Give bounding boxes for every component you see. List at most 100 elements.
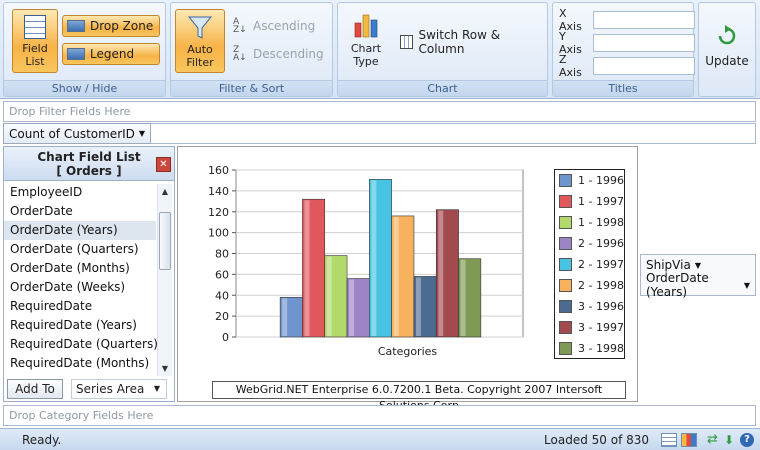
- refresh-icon: [718, 25, 736, 45]
- legend-item: 1 - 1997: [555, 191, 624, 212]
- legend-icon: [67, 48, 85, 60]
- ascending-button[interactable]: A Z↓ Ascending: [231, 15, 331, 37]
- field-list-item[interactable]: OrderDate (Weeks): [4, 278, 156, 297]
- y-tick-label: 60: [215, 268, 229, 281]
- legend-swatch: [559, 237, 572, 250]
- series-field-chip[interactable]: OrderDate (Years) ▼: [641, 271, 755, 299]
- field-list-item[interactable]: RequiredDate: [4, 297, 156, 316]
- descending-button[interactable]: Z A↓ Descending: [231, 43, 331, 65]
- update-group: Update: [698, 2, 756, 97]
- drop-zone-button[interactable]: Drop Zone: [62, 15, 160, 37]
- y-axis-title-input[interactable]: [593, 34, 695, 52]
- legend-swatch: [559, 216, 572, 229]
- chart-group-label: Chart: [338, 80, 547, 96]
- legend-label: 3 - 1996: [578, 300, 624, 313]
- field-list-item[interactable]: RequiredDate (Quarters): [4, 335, 158, 354]
- legend-item: 2 - 1997: [555, 254, 624, 275]
- legend-swatch: [559, 258, 572, 271]
- legend-swatch: [559, 300, 572, 313]
- y-tick-label: 0: [222, 331, 229, 344]
- field-list-scrollbar[interactable]: ▲ ▼: [157, 184, 172, 376]
- update-button[interactable]: Update: [701, 21, 753, 81]
- field-list-item[interactable]: RequiredDate (Months): [4, 354, 156, 373]
- legend-item: 2 - 1996: [555, 233, 624, 254]
- field-list-footer: Add To Series Area ▼: [7, 379, 171, 399]
- field-list-item[interactable]: RequiredDate (Years): [4, 316, 156, 335]
- show-hide-group: Field List Drop Zone Legend Show / Hide: [3, 2, 166, 97]
- legend-button[interactable]: Legend: [62, 43, 160, 65]
- bar-highlight: [415, 277, 421, 336]
- filter-sort-group-label: Filter & Sort: [171, 80, 332, 96]
- y-tick-label: 40: [215, 289, 229, 302]
- area-select[interactable]: Series Area ▼: [71, 379, 167, 399]
- grid-view-icon[interactable]: [661, 432, 678, 447]
- sort-ascending-icon: A Z↓: [233, 17, 247, 35]
- chart-view-icon[interactable]: [681, 432, 698, 447]
- legend-item: 2 - 1998: [555, 275, 624, 296]
- x-axis-title-row: X Axis: [559, 7, 695, 33]
- help-icon[interactable]: ?: [740, 432, 754, 447]
- switch-icon: [400, 35, 414, 49]
- bar-chart-icon: [354, 14, 378, 38]
- chart-field-list-panel: Chart Field List [ Orders ] ✕ EmployeeID…: [3, 146, 175, 402]
- field-list-item[interactable]: OrderDate: [4, 202, 156, 221]
- z-axis-title-input[interactable]: [593, 57, 695, 75]
- legend-label: 3 - 1997: [578, 321, 624, 334]
- legend-label: 2 - 1996: [578, 237, 624, 250]
- copyright-text: WebGrid.NET Enterprise 6.0.7200.1 Beta. …: [212, 381, 626, 412]
- legend-label: 1 - 1996: [578, 174, 624, 187]
- legend-swatch: [559, 279, 572, 292]
- bar-highlight: [304, 200, 310, 336]
- switch-row-column-button[interactable]: Switch Row & Column: [398, 28, 544, 56]
- y-tick-label: 20: [215, 310, 229, 323]
- legend-item: 3 - 1998: [555, 338, 624, 359]
- field-list-button[interactable]: Field List: [12, 9, 58, 73]
- bar-highlight: [460, 259, 466, 336]
- field-list-item[interactable]: EmployeeID: [4, 183, 156, 202]
- scrollbar-thumb[interactable]: [159, 212, 171, 270]
- legend-item: 1 - 1998: [555, 212, 624, 233]
- filter-drop-zone[interactable]: Drop Filter Fields Here: [3, 101, 756, 122]
- bar-highlight: [349, 279, 355, 336]
- category-drop-zone[interactable]: Drop Category Fields Here: [3, 405, 756, 426]
- refresh-status-icon[interactable]: ⇄: [707, 432, 718, 447]
- field-list-item[interactable]: OrderDate (Months): [4, 259, 156, 278]
- add-to-button[interactable]: Add To: [7, 379, 63, 399]
- x-axis-title-input[interactable]: [593, 11, 695, 29]
- legend-item: 3 - 1996: [555, 296, 624, 317]
- series-fields-zone[interactable]: ShipVia ▼ OrderDate (Years) ▼: [640, 254, 756, 299]
- z-axis-title-row: Z Axis: [559, 53, 695, 79]
- field-list-header: Chart Field List [ Orders ] ✕: [4, 147, 174, 181]
- legend-label: 2 - 1997: [578, 258, 624, 271]
- x-axis-label: Categories: [378, 345, 438, 358]
- scroll-up-icon[interactable]: ▲: [158, 184, 172, 199]
- chevron-down-icon: ▼: [694, 260, 701, 270]
- field-list-icon: [24, 15, 46, 39]
- field-list-item[interactable]: OrderDate (Years): [4, 221, 156, 240]
- drop-zone-icon: [67, 20, 85, 32]
- legend-item: 1 - 1996: [555, 170, 624, 191]
- status-text: Ready.: [22, 432, 62, 447]
- bar-highlight: [326, 256, 332, 336]
- close-icon[interactable]: ✕: [156, 157, 171, 172]
- data-field-chip[interactable]: Count of CustomerID ▼: [3, 123, 152, 144]
- y-tick-label: 140: [208, 185, 229, 198]
- chart-group: Chart Type Switch Row & Column Chart: [337, 2, 548, 97]
- chart-panel: 0 20 40 60 80 100 120 140 160 Categories 1 - 1996…: [177, 146, 638, 412]
- export-icon[interactable]: ⬇: [724, 433, 734, 447]
- field-list-items: EmployeeID OrderDate OrderDate (Years) Orde…: [4, 183, 158, 373]
- field-list-item[interactable]: OrderDate (Quarters): [4, 240, 156, 259]
- status-bar: Ready. Loaded 50 of 830 ⇄ ⬇ ?: [0, 428, 760, 450]
- chevron-down-icon: ▼: [743, 280, 750, 290]
- chart-type-button[interactable]: Chart Type: [344, 9, 388, 73]
- legend-label: 2 - 1998: [578, 279, 624, 292]
- chevron-down-icon: ▼: [138, 129, 146, 138]
- chart-legend: 1 - 1996 1 - 1997 1 - 1998 2 - 1996 2 - 1997…: [554, 169, 625, 359]
- y-tick-label: 160: [208, 164, 229, 177]
- auto-filter-button[interactable]: Auto Filter: [175, 9, 225, 73]
- legend-swatch: [559, 321, 572, 334]
- titles-group: X Axis Y Axis Z Axis Titles: [552, 2, 695, 97]
- legend-swatch: [559, 174, 572, 187]
- funnel-icon: [187, 16, 213, 39]
- scroll-down-icon[interactable]: ▼: [158, 361, 172, 376]
